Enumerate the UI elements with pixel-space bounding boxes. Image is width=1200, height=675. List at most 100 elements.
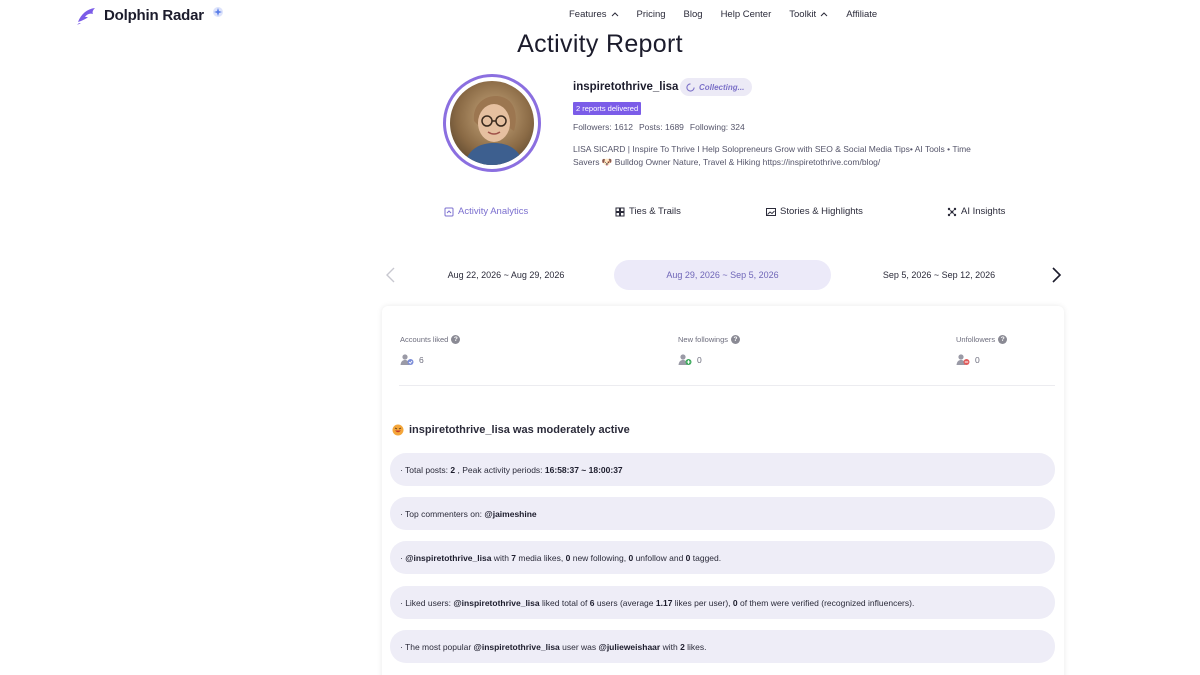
- user-add-icon: [678, 354, 692, 365]
- summary-text: liked total of: [539, 597, 590, 608]
- dolphin-logo-icon: [77, 8, 95, 25]
- summary-text: new following,: [570, 552, 629, 563]
- summary-text: likes per user),: [672, 597, 733, 608]
- week-option-3[interactable]: Sep 5, 2026 ~ Sep 12, 2026: [833, 260, 1045, 290]
- collecting-status-badge: Collecting...: [680, 78, 753, 96]
- loading-spinner-icon: [686, 82, 695, 92]
- nav-affiliate[interactable]: Affiliate: [846, 9, 877, 20]
- help-icon[interactable]: ?: [451, 335, 461, 344]
- summary-text: · Top commenters on:: [400, 508, 485, 519]
- week-option-1[interactable]: Aug 22, 2026 ~ Aug 29, 2026: [400, 260, 612, 290]
- new-followings-number: 0: [697, 354, 702, 365]
- brand-logo[interactable]: Dolphin Radar: [76, 4, 224, 26]
- summary-text: users (average: [594, 597, 656, 608]
- summary-value: @jaimeshine: [484, 508, 537, 519]
- chevron-up-icon: [820, 12, 828, 17]
- summary-text: · Liked users:: [400, 597, 454, 608]
- nav-features[interactable]: Features: [569, 9, 619, 20]
- summary-row-top-commenters: · Top commenters on: @jaimeshine: [390, 497, 1055, 530]
- following-count: Following: 324: [689, 122, 745, 132]
- week-option-2-selected[interactable]: Aug 29, 2026 ~ Sep 5, 2026: [614, 260, 831, 290]
- unfollowers-value: 0: [956, 353, 980, 366]
- activity-headline: inspiretothrive_lisa was moderately acti…: [392, 424, 630, 436]
- nav-toolkit-label: Toolkit: [789, 8, 817, 20]
- unfollowers-number: 0: [975, 354, 980, 365]
- nav-blog-label: Blog: [683, 8, 703, 20]
- collecting-status-text: Collecting...: [699, 82, 745, 92]
- accounts-liked-label: Accounts liked ?: [400, 335, 461, 344]
- new-followings-text: New followings: [678, 335, 729, 344]
- summary-value: @inspiretothrive_lisa: [473, 641, 560, 652]
- image-icon: [766, 207, 776, 216]
- summary-value: @inspiretothrive_lisa: [405, 552, 492, 563]
- grid-icon: [615, 207, 625, 216]
- nav-pricing-label: Pricing: [636, 8, 666, 20]
- tab-ai-insights-label: AI Insights: [961, 206, 1006, 217]
- summary-text: , Peak activity periods:: [455, 464, 545, 475]
- summary-value: @inspiretothrive_lisa: [453, 597, 540, 608]
- reports-delivered-badge: 2 reports delivered: [573, 102, 642, 115]
- summary-value: @julieweishaar: [598, 641, 661, 652]
- summary-row-total-posts: · Total posts: 2 , Peak activity periods…: [390, 453, 1055, 486]
- summary-text: of them were verified (recognized influe…: [737, 597, 915, 608]
- user-heart-icon: [400, 354, 414, 365]
- summary-row-liked-users: · Liked users: @inspiretothrive_lisa lik…: [390, 586, 1055, 619]
- followers-count: Followers: 1612: [573, 122, 634, 132]
- metrics-divider: [399, 385, 1055, 386]
- summary-row-media-likes: · @inspiretothrive_lisa with 7 media lik…: [390, 541, 1055, 574]
- previous-week-arrow-icon[interactable]: [384, 266, 398, 284]
- profile-bio: LISA SICARD | Inspire To Thrive I Help S…: [573, 143, 1003, 169]
- accounts-liked-text: Accounts liked: [400, 335, 449, 344]
- tab-activity-analytics[interactable]: Activity Analytics: [444, 206, 528, 217]
- new-followings-label: New followings ?: [678, 335, 741, 344]
- profile-stats: Followers: 1612 Posts: 1689 Following: 3…: [573, 122, 745, 132]
- nav-blog[interactable]: Blog: [684, 9, 703, 20]
- help-icon[interactable]: ?: [731, 335, 741, 344]
- tab-stories-highlights[interactable]: Stories & Highlights: [766, 206, 863, 217]
- bio-line-1: LISA SICARD | Inspire To Thrive I Help S…: [573, 144, 971, 154]
- summary-value: 1.17: [655, 597, 673, 608]
- shield-chart-icon: [444, 207, 454, 216]
- accounts-liked-value: 6: [400, 353, 424, 366]
- summary-text: · The most popular: [400, 641, 474, 652]
- posts-count: Posts: 1689: [639, 122, 684, 132]
- summary-text: with: [491, 552, 512, 563]
- profile-username: inspiretothrive_lisa: [573, 81, 679, 93]
- next-week-arrow-icon[interactable]: [1049, 266, 1063, 284]
- avatar: [443, 74, 541, 172]
- summary-row-most-popular: · The most popular @inspiretothrive_lisa…: [390, 630, 1055, 663]
- summary-text: tagged.: [690, 552, 722, 563]
- bio-line-2: Savers 🐶 Bulldog Owner Nature, Travel & …: [573, 157, 881, 167]
- sparkle-network-icon: [947, 207, 957, 216]
- tab-ties-trails[interactable]: Ties & Trails: [615, 206, 681, 217]
- brand-name: Dolphin Radar: [104, 6, 204, 24]
- summary-value: 16:58:37 ~ 18:00:37: [544, 464, 623, 475]
- nav-affiliate-label: Affiliate: [846, 8, 878, 20]
- summary-text: unfollow and: [633, 552, 686, 563]
- page-title: Activity Report: [517, 30, 683, 58]
- user-remove-icon: [956, 354, 970, 365]
- new-followings-value: 0: [678, 353, 702, 366]
- grinning-face-icon: [392, 424, 404, 436]
- tab-activity-analytics-label: Activity Analytics: [458, 206, 529, 217]
- nav-features-label: Features: [569, 8, 607, 20]
- nav-toolkit[interactable]: Toolkit: [789, 9, 828, 20]
- tab-ties-trails-label: Ties & Trails: [629, 206, 681, 217]
- tab-ai-insights[interactable]: AI Insights: [947, 206, 1005, 217]
- nav-help-center-label: Help Center: [720, 8, 772, 20]
- profile-photo: [450, 81, 534, 165]
- sparkle-icon: [212, 7, 223, 17]
- chevron-up-icon: [611, 12, 618, 17]
- unfollowers-text: Unfollowers: [956, 335, 996, 344]
- nav-help-center[interactable]: Help Center: [721, 9, 772, 20]
- summary-text: with: [660, 641, 681, 652]
- summary-text: · Total posts:: [400, 464, 451, 475]
- help-icon[interactable]: ?: [998, 335, 1008, 344]
- nav-pricing[interactable]: Pricing: [637, 9, 666, 20]
- unfollowers-label: Unfollowers ?: [956, 335, 1008, 344]
- accounts-liked-number: 6: [419, 354, 424, 365]
- top-nav: Features Pricing Blog Help Center Toolki…: [569, 0, 895, 28]
- summary-text: media likes,: [516, 552, 566, 563]
- activity-headline-text: inspiretothrive_lisa was moderately acti…: [409, 424, 630, 436]
- tab-stories-highlights-label: Stories & Highlights: [780, 206, 863, 217]
